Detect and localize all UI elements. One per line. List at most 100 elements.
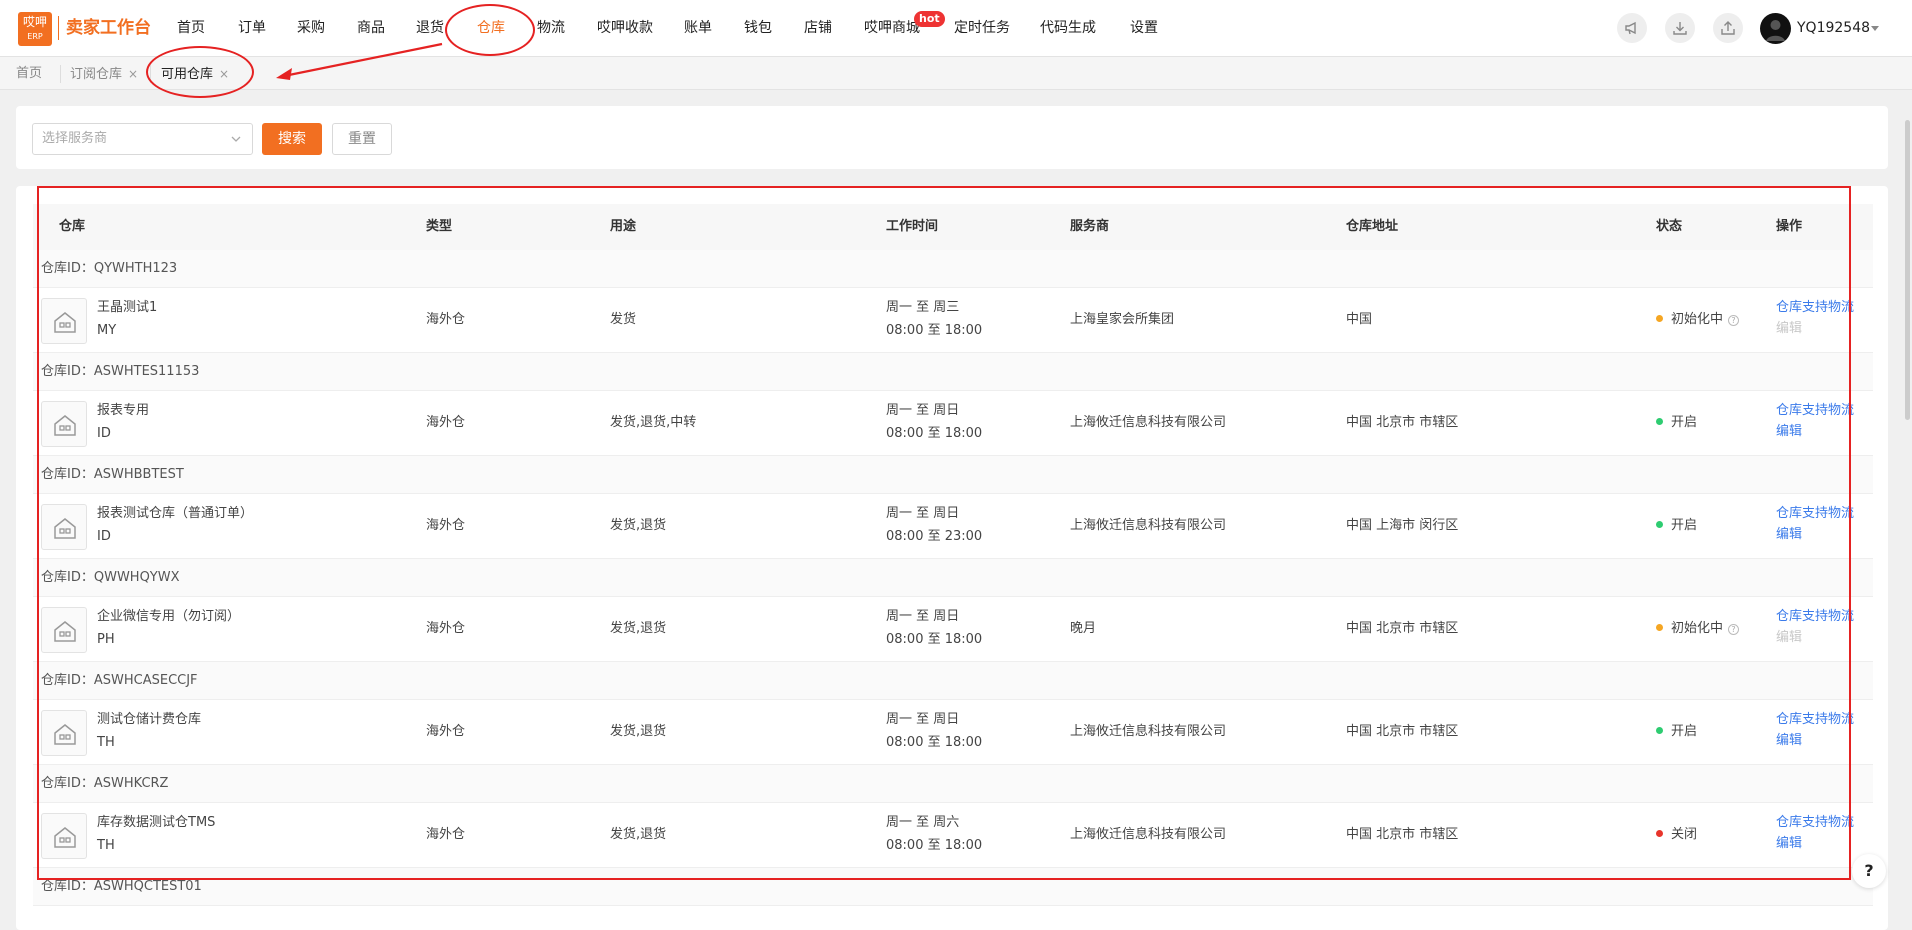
service-provider: 上海攸迁信息科技有限公司 [1070, 518, 1227, 533]
nav-item-warehouse[interactable]: 仓库 [477, 18, 505, 38]
column-header: 操作 [1776, 219, 1803, 234]
warehouse-thumbnail [41, 710, 87, 756]
nav-item-code-gen[interactable]: 代码生成 [1040, 18, 1096, 38]
warehouse-thumbnail [41, 401, 87, 447]
warehouse-usage: 发货 [610, 312, 637, 327]
edit-link[interactable]: 编辑 [1776, 730, 1802, 752]
column-header: 类型 [426, 219, 453, 234]
user-name[interactable]: YQ192548 [1797, 18, 1870, 38]
status-badge: 初始化中? [1656, 618, 1740, 640]
work-hours: 08:00 至 23:00 [886, 529, 983, 544]
warehouse-id: 仓库ID：QWWHQYWX [41, 570, 180, 585]
nav-item-purchase[interactable]: 采购 [297, 18, 325, 38]
table-row: 企业微信专用（勿订阅） PH 海外仓 发货,退货 周一 至 周日 08:00 至 18:0… [33, 597, 1873, 662]
logistics-support-link[interactable]: 仓库支持物流 [1776, 503, 1854, 525]
warehouse-table-panel: 仓库 类型 用途 工作时间 服务商 仓库地址 状态 操作 仓库ID：QYWHTH… [16, 186, 1888, 930]
provider-select[interactable]: 选择服务商 [32, 123, 253, 155]
logo-text: 哎呷 [22, 15, 47, 29]
chevron-down-icon[interactable] [1871, 26, 1879, 31]
announcement-button[interactable] [1617, 13, 1647, 43]
nav-item-products[interactable]: 商品 [357, 18, 385, 38]
warehouse-address: 中国 北京市 市辖区 [1346, 827, 1459, 842]
warehouse-name: 报表测试仓库（普通订单） [97, 506, 254, 521]
nav-item-wallet[interactable]: 钱包 [744, 18, 772, 38]
reset-button[interactable]: 重置 [332, 123, 392, 155]
search-button[interactable]: 搜索 [262, 123, 322, 155]
work-hours: 08:00 至 18:00 [886, 426, 983, 441]
work-days: 周一 至 周三 [886, 300, 960, 315]
tab-divider [150, 65, 151, 83]
user-avatar[interactable] [1760, 13, 1791, 44]
warehouse-country-code: MY [97, 323, 117, 338]
warehouse-address: 中国 上海市 闵行区 [1346, 518, 1459, 533]
warehouse-thumbnail [41, 813, 87, 859]
nav-item-home[interactable]: 首页 [177, 18, 205, 38]
warehouse-group-header: 仓库ID：ASWHCASECCJF [33, 662, 1873, 700]
edit-link[interactable]: 编辑 [1776, 833, 1802, 855]
nav-item-orders[interactable]: 订单 [238, 18, 266, 38]
tab-subscribed-warehouse[interactable]: 订阅仓库 × [70, 64, 138, 85]
warehouse-address: 中国 北京市 市辖区 [1346, 724, 1459, 739]
logo-divider [58, 16, 59, 40]
logistics-support-link[interactable]: 仓库支持物流 [1776, 606, 1854, 628]
warehouse-name: 库存数据测试仓TMS [97, 815, 216, 830]
nav-item-settings[interactable]: 设置 [1130, 18, 1158, 38]
tab-label: 首页 [16, 66, 43, 81]
warehouse-name: 企业微信专用（勿订阅） [97, 609, 241, 624]
warehouse-id: 仓库ID：ASWHCASECCJF [41, 673, 198, 688]
tab-home[interactable]: 首页 [16, 64, 42, 84]
filter-panel: 选择服务商 搜索 重置 [16, 106, 1888, 169]
logo-subtext: ERP [27, 32, 43, 41]
warehouse-usage: 发货,退货,中转 [610, 415, 697, 430]
chevron-down-icon [231, 136, 241, 142]
logistics-support-link[interactable]: 仓库支持物流 [1776, 400, 1854, 422]
work-hours: 08:00 至 18:00 [886, 632, 983, 647]
edit-link[interactable]: 编辑 [1776, 421, 1802, 443]
help-icon[interactable]: ? [1728, 315, 1740, 326]
status-text: 开启 [1671, 724, 1698, 739]
tab-available-warehouse[interactable]: 可用仓库 × [161, 64, 229, 85]
download-button[interactable] [1665, 13, 1695, 43]
warehouse-group-header: 仓库ID：QYWHTH123 [33, 250, 1873, 288]
nav-item-returns[interactable]: 退货 [416, 18, 444, 38]
nav-item-mall[interactable]: 哎呷商城 [864, 18, 920, 38]
warehouse-usage: 发货,退货 [610, 827, 667, 842]
table-row: 报表专用 ID 海外仓 发货,退货,中转 周一 至 周日 08:00 至 18:00 上海攸… [33, 391, 1873, 456]
service-provider: 晚月 [1070, 621, 1097, 636]
app-logo[interactable]: 哎呷 ERP [18, 12, 52, 46]
close-icon[interactable]: × [219, 67, 229, 81]
nav-item-stores[interactable]: 店铺 [804, 18, 832, 38]
nav-item-bills[interactable]: 账单 [684, 18, 712, 38]
work-days: 周一 至 周日 [886, 403, 960, 418]
warehouse-group-header: 仓库ID：QWWHQYWX [33, 559, 1873, 597]
nav-item-payments[interactable]: 哎呷收款 [597, 18, 653, 38]
status-dot [1656, 315, 1663, 322]
logistics-support-link[interactable]: 仓库支持物流 [1776, 297, 1854, 319]
export-button[interactable] [1713, 13, 1743, 43]
status-badge: 开启 [1656, 721, 1697, 743]
status-dot [1656, 624, 1663, 631]
status-text: 关闭 [1671, 827, 1698, 842]
service-provider: 上海攸迁信息科技有限公司 [1070, 827, 1227, 842]
work-days: 周一 至 周日 [886, 712, 960, 727]
page-scrollbar[interactable] [1905, 120, 1910, 420]
close-icon[interactable]: × [128, 67, 138, 81]
nav-item-logistics[interactable]: 物流 [537, 18, 565, 38]
warehouse-icon [54, 724, 76, 745]
edit-link[interactable]: 编辑 [1776, 524, 1802, 546]
table-header: 仓库 类型 用途 工作时间 服务商 仓库地址 状态 操作 [33, 204, 1873, 250]
logistics-support-link[interactable]: 仓库支持物流 [1776, 709, 1854, 731]
help-button[interactable]: ? [1852, 854, 1886, 888]
nav-item-scheduled-tasks[interactable]: 定时任务 [954, 18, 1010, 38]
warehouse-type: 海外仓 [426, 518, 466, 533]
warehouse-country-code: TH [97, 735, 115, 750]
warehouse-type: 海外仓 [426, 312, 466, 327]
help-icon[interactable]: ? [1728, 624, 1740, 635]
logistics-support-link[interactable]: 仓库支持物流 [1776, 812, 1854, 834]
column-header: 仓库 [59, 219, 86, 234]
provider-select-placeholder: 选择服务商 [42, 131, 108, 146]
status-dot [1656, 830, 1663, 837]
service-provider: 上海攸迁信息科技有限公司 [1070, 724, 1227, 739]
status-text: 初始化中 [1671, 312, 1724, 327]
warehouse-id: 仓库ID：ASWHTES11153 [41, 364, 200, 379]
